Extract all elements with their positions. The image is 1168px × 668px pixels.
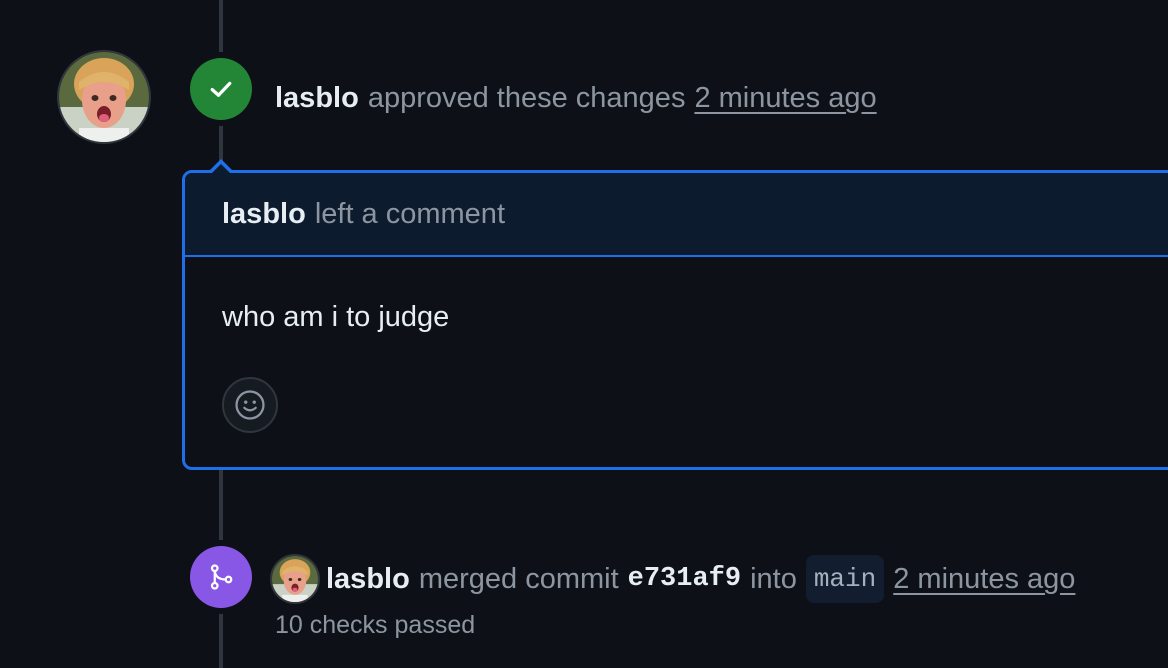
- comment-body: who am i to judge: [222, 301, 450, 333]
- comment-header: lasblo left a comment: [185, 173, 1168, 257]
- merge-into-text: into: [750, 563, 797, 595]
- avatar-image: [272, 556, 318, 602]
- reviewer-avatar[interactable]: [59, 52, 149, 142]
- check-icon: [210, 81, 232, 97]
- add-reaction-button[interactable]: [222, 377, 278, 433]
- checks-status-link[interactable]: 10 checks passed: [275, 608, 475, 642]
- pr-timeline: lasblo approved these changes 2 minutes …: [0, 0, 1168, 668]
- smiley-icon: [235, 390, 265, 420]
- comment-pointer-fill: [211, 164, 231, 174]
- merge-event: lasblo merged commit e731af9 into main 2…: [272, 554, 1075, 604]
- commit-sha-link[interactable]: e731af9: [628, 559, 741, 599]
- branch-label[interactable]: main: [805, 555, 885, 603]
- comment-card: lasblo left a comment who am i to judge: [182, 170, 1168, 470]
- comment-action-text: left a comment: [314, 197, 505, 230]
- git-merge-icon: [210, 564, 233, 590]
- approved-badge: [190, 58, 252, 120]
- review-timestamp-link[interactable]: 2 minutes ago: [694, 78, 876, 118]
- comment-author-link[interactable]: lasblo: [222, 198, 306, 231]
- merger-avatar[interactable]: [272, 556, 318, 602]
- review-event: lasblo approved these changes 2 minutes …: [275, 78, 877, 118]
- merged-badge: [190, 546, 252, 608]
- merge-author-link[interactable]: lasblo: [326, 559, 410, 599]
- merge-timestamp-link[interactable]: 2 minutes ago: [893, 559, 1075, 599]
- avatar-image: [59, 52, 149, 142]
- merge-action-text: merged commit: [418, 563, 619, 595]
- review-author-link[interactable]: lasblo: [275, 78, 359, 118]
- review-action-text: approved these changes: [367, 82, 686, 114]
